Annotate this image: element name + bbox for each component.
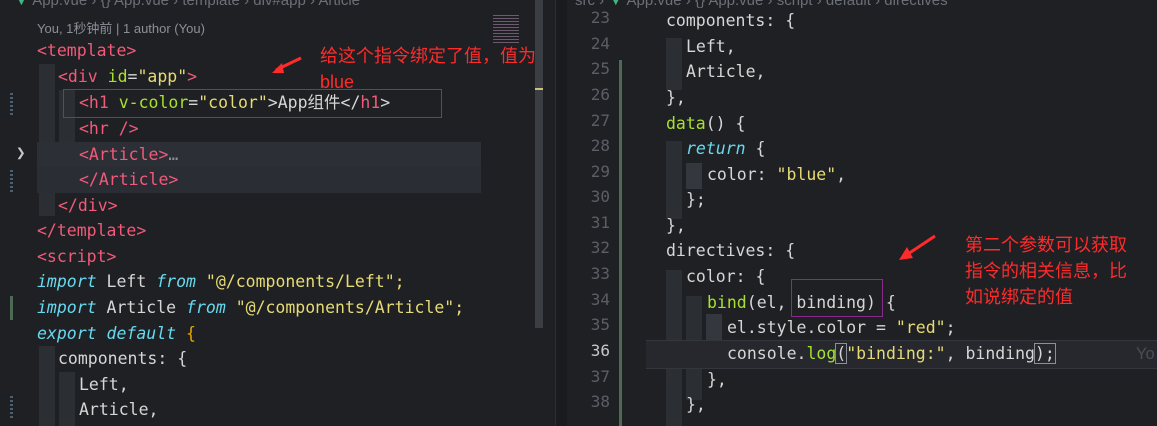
line-number: 31	[590, 213, 610, 232]
code-line[interactable]: import Article from "@/components/Articl…	[37, 295, 464, 321]
indent-guide	[666, 141, 682, 219]
git-change-marker	[619, 60, 622, 426]
folded-ellipsis: …	[168, 145, 179, 164]
right-editor-pane[interactable]: src › ▼ App.vue › {} App.vue › script › …	[567, 0, 1157, 426]
line-number: 27	[590, 111, 610, 130]
red-arrow-icon	[899, 234, 936, 260]
code-line[interactable]: data() {	[666, 111, 746, 137]
code-line[interactable]: <script>	[37, 244, 116, 270]
code-line[interactable]: components: {	[666, 8, 795, 34]
code-line[interactable]: color: {	[686, 264, 765, 290]
indent-guide	[666, 38, 682, 90]
indent-guide	[39, 346, 55, 426]
line-number: 34	[590, 290, 610, 309]
line-number: 24	[590, 34, 610, 53]
git-change-marker	[10, 170, 13, 192]
breadcrumb-item[interactable]: App.vue	[32, 0, 87, 9]
code-line[interactable]: <div id="app">	[58, 64, 197, 90]
line-number: 25	[590, 59, 610, 78]
code-line[interactable]: return {	[686, 136, 765, 162]
code-line[interactable]: </template>	[37, 218, 146, 244]
annotation-line: 指令的相关信息，比	[965, 261, 1127, 281]
indent-guide	[39, 64, 55, 216]
vue-file-icon: ▼	[14, 0, 29, 9]
breadcrumb-item[interactable]: default	[826, 0, 871, 9]
code-line[interactable]: color: "blue",	[707, 162, 846, 188]
code-line[interactable]: <hr />	[79, 116, 139, 142]
code-line[interactable]: components: {	[58, 346, 187, 372]
line-number: 32	[590, 238, 610, 257]
left-editor-pane[interactable]: ▼ App.vue › {} App.vue › template › div#…	[0, 0, 555, 426]
fold-chevron-icon[interactable]: ❯	[16, 143, 26, 162]
code-line[interactable]: el.style.color = "red";	[727, 315, 956, 341]
code-line[interactable]: },	[666, 85, 686, 111]
git-change-marker	[10, 396, 13, 420]
code-line[interactable]: Left,	[686, 34, 736, 60]
git-blame-info[interactable]: You, 1秒钟前 | 1 author (You)	[37, 18, 205, 37]
breadcrumb-item[interactable]: {}	[101, 0, 111, 9]
code-line[interactable]: <template>	[37, 38, 136, 64]
breadcrumb-item[interactable]: div#app	[253, 0, 306, 9]
breadcrumb: src › ▼ App.vue › {} App.vue › script › …	[575, 0, 948, 9]
annotation-line: 第二个参数可以获取	[965, 235, 1127, 255]
line-number: 30	[590, 187, 610, 206]
code-line[interactable]: </Article>	[79, 167, 178, 193]
line-number: 33	[590, 264, 610, 283]
code-line[interactable]: };	[686, 187, 706, 213]
code-line[interactable]: },	[686, 392, 706, 418]
git-change-marker	[10, 296, 13, 320]
line-number: 26	[590, 85, 610, 104]
code-line[interactable]: import Left from "@/components/Left";	[37, 269, 405, 295]
code-line[interactable]: },	[666, 213, 686, 239]
code-line[interactable]: },	[707, 367, 727, 393]
scrollbar-marker	[535, 88, 543, 90]
code-line[interactable]: Article,	[686, 59, 765, 85]
line-number-active: 36	[590, 341, 610, 360]
inline-blame-ghost: Yo	[1136, 345, 1155, 363]
line-number: 29	[590, 162, 610, 181]
code-line[interactable]: </div>	[58, 193, 118, 219]
line-number: 35	[590, 315, 610, 334]
line-number: 28	[590, 136, 610, 155]
highlight-box	[791, 279, 883, 317]
code-line[interactable]: directives: {	[666, 238, 795, 264]
breadcrumb-item[interactable]: directives	[884, 0, 947, 9]
line-number: 37	[590, 367, 610, 386]
annotation-text: 第二个参数可以获取 指令的相关信息，比 如说绑定的值	[965, 232, 1127, 310]
code-line[interactable]: Article,	[79, 397, 158, 423]
annotation-line: 如说绑定的值	[965, 287, 1073, 307]
minimap[interactable]	[483, 0, 543, 426]
line-number: 38	[590, 392, 610, 411]
breadcrumb-item[interactable]: App.vue	[114, 0, 169, 9]
red-arrow-icon	[272, 56, 302, 73]
breadcrumb-item[interactable]: template	[182, 0, 240, 9]
indent-guide	[59, 372, 75, 426]
indent-guide	[686, 163, 702, 189]
minimap-content	[493, 15, 519, 45]
code-line[interactable]: console.log("binding:", binding);	[727, 341, 1056, 367]
code-line[interactable]: Left,	[79, 372, 129, 398]
code-line[interactable]: <Article>…	[79, 142, 178, 168]
line-number: 23	[590, 8, 610, 27]
scrollbar-thumb[interactable]	[535, 0, 543, 328]
breadcrumb: ▼ App.vue › {} App.vue › template › div#…	[14, 0, 360, 9]
git-change-marker	[10, 93, 13, 115]
code-line[interactable]: export default {	[37, 321, 196, 347]
breadcrumb-item[interactable]: Article	[318, 0, 360, 9]
